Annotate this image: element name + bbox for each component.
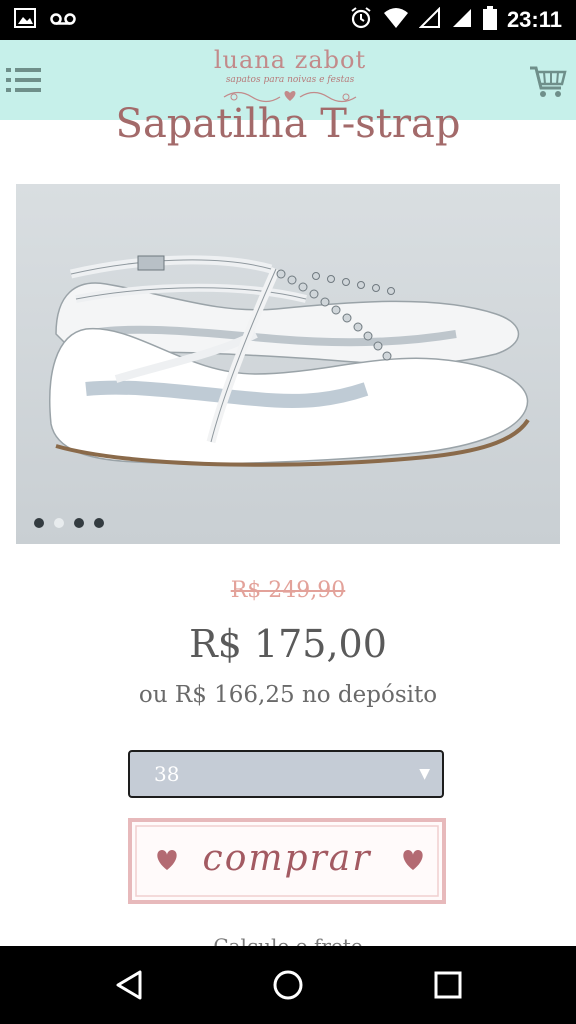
product-title: Sapatilha T-strap [115,101,461,147]
home-icon [271,970,305,1006]
gallery-dot-1[interactable] [34,518,44,528]
current-price: R$ 175,00 [189,622,387,666]
status-bar: 23:11 [0,0,576,40]
product-photo [16,184,560,544]
dropdown-arrow-icon: ▼ [419,766,430,782]
recent-apps-button[interactable] [431,968,465,1002]
voicemail-icon [50,11,76,30]
clock-time: 23:11 [506,7,562,32]
buy-button-label: comprar [202,838,372,879]
product-image-gallery[interactable] [16,184,560,544]
old-price: R$ 249,90 [230,578,346,603]
menu-button[interactable] [6,65,42,95]
size-selected-value: 38 [154,762,180,786]
battery-icon [482,6,497,34]
logo-tagline: sapatos para noivas e festas [225,75,355,85]
home-button[interactable] [271,968,305,1002]
recent-apps-icon [431,971,465,1006]
image-icon [14,8,36,32]
back-icon [112,970,146,1006]
gallery-dot-2[interactable] [54,518,64,528]
status-left [14,8,76,32]
signal-icon [451,7,473,33]
back-button[interactable] [112,968,146,1002]
alarm-icon [349,6,373,34]
navigation-bar [0,946,576,1024]
signal-empty-icon [418,6,441,33]
gallery-dots [34,518,104,528]
gallery-dot-3[interactable] [74,518,84,528]
buy-button[interactable]: comprar [128,818,446,904]
status-right: 23:11 [349,6,562,34]
deposit-price: ou R$ 166,25 no depósito [138,682,438,708]
wifi-icon [383,7,409,33]
gallery-dot-4[interactable] [94,518,104,528]
logo-name: luana zabot [213,46,367,74]
size-select[interactable]: 38 ▼ [128,750,444,798]
